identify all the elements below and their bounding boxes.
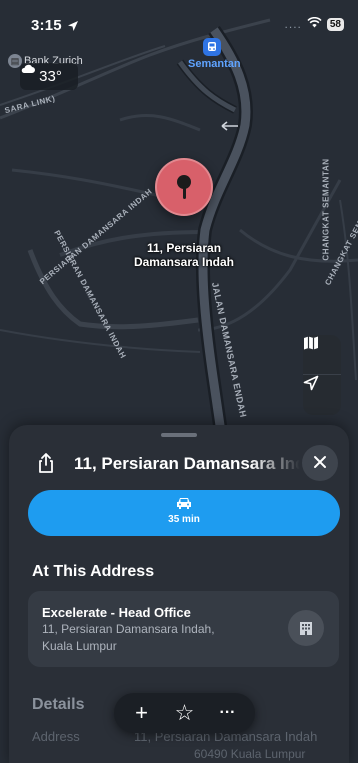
more-button[interactable]: ··· (210, 695, 246, 731)
more-icon: ··· (219, 704, 236, 721)
directions-button[interactable]: 35 min (28, 490, 340, 536)
weather-badge: 33° (20, 63, 78, 90)
status-bar: 3:15 .... 58 (0, 0, 358, 46)
business-address-line1: 11, Persiaran Damansara Indah, (42, 622, 215, 636)
map-mode-button[interactable] (303, 335, 341, 375)
at-this-address-heading: At This Address (32, 563, 155, 580)
map-controls (303, 335, 341, 415)
poi-semantan-label[interactable]: Semantan (188, 58, 241, 70)
pin-label[interactable]: 11, Persiaran Damansara Indah (122, 241, 246, 269)
wifi-icon (307, 16, 322, 31)
car-icon (176, 496, 192, 510)
add-button[interactable]: + (124, 695, 160, 731)
star-icon: ☆ (174, 700, 195, 725)
road-label-changkat-b: CHANGKAT SEMANTAN (321, 158, 331, 261)
share-icon (35, 453, 57, 478)
pin-label-line2: Damansara Indah (133, 255, 235, 269)
location-arrow-icon (67, 19, 79, 31)
status-time: 3:15 (31, 17, 62, 34)
favorite-button[interactable]: ☆ (167, 695, 203, 731)
plus-icon: + (135, 700, 148, 725)
action-toolbar: + ☆ ··· (114, 693, 255, 733)
close-button[interactable] (302, 445, 338, 481)
signal-dots: .... (284, 17, 302, 31)
business-card[interactable]: Excelerate - Head Office 11, Persiaran D… (28, 591, 339, 667)
weather-temp: 33° (39, 68, 62, 85)
details-heading: Details (32, 696, 85, 713)
close-icon (313, 452, 327, 475)
place-title: 11, Persiaran Damansara Indah (74, 454, 300, 473)
share-button[interactable] (35, 452, 57, 474)
sheet-grabber[interactable] (161, 433, 197, 437)
battery-level: 58 (326, 17, 344, 31)
directions-time: 35 min (168, 514, 200, 525)
pin-dot (180, 206, 186, 212)
my-location-button[interactable] (303, 375, 341, 415)
address-label: Address (32, 729, 80, 744)
address-value-line2: 60490 Kuala Lumpur (194, 747, 306, 761)
pin-stem (182, 187, 186, 199)
building-icon (288, 610, 324, 646)
pin-label-line1: 11, Persiaran (146, 241, 222, 255)
business-address-line2: Kuala Lumpur (42, 639, 117, 653)
business-name: Excelerate - Head Office (42, 605, 191, 620)
status-right: .... 58 (284, 16, 344, 31)
